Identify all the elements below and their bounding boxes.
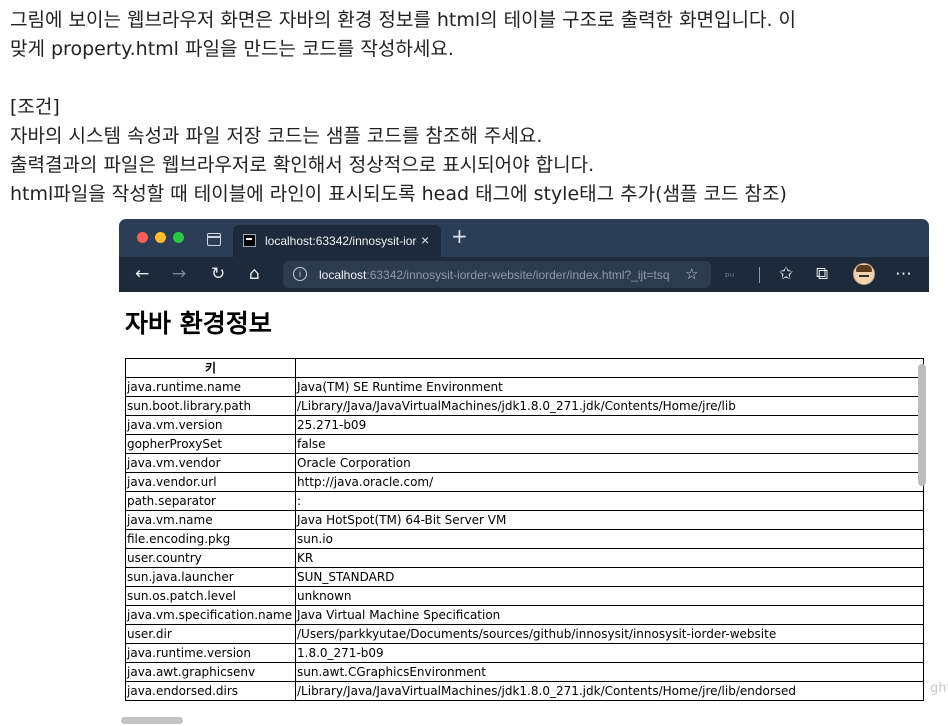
cropped-text: ght xyxy=(930,681,948,696)
property-key-cell: sun.boot.library.path xyxy=(125,396,296,416)
property-value-cell: false xyxy=(295,434,924,454)
property-key-cell: java.vendor.url xyxy=(125,472,296,492)
property-key-cell: user.country xyxy=(125,548,296,568)
table-row: java.vm.specification.name Java Virtual M… xyxy=(125,605,924,625)
property-value-cell: sun.awt.CGraphicsEnvironment xyxy=(295,662,924,682)
property-value-cell: /Library/Java/JavaVirtualMachines/jdk1.8… xyxy=(295,396,924,416)
table-row: user.dir/Users/parkkyutae/Documents/sour… xyxy=(125,624,924,644)
property-key-cell: file.encoding.pkg xyxy=(125,529,296,549)
table-row: java.awt.graphicsenv sun.awt.CGraphicsEnv… xyxy=(125,662,924,682)
table-row: path.separator: xyxy=(125,491,924,511)
instruction-text: 그림에 보이는 웹브라우저 화면은 자바의 환경 정보를 html의 테이블 구… xyxy=(10,6,948,209)
property-value-cell: : xyxy=(295,491,924,511)
table-body: java.runtime.name Java(TM) SE Runtime Env… xyxy=(125,377,924,701)
intellij-favicon-icon xyxy=(243,234,256,247)
property-value-cell: 25.271-b09 xyxy=(295,415,924,435)
close-window-button[interactable] xyxy=(137,232,148,243)
vertical-scrollbar[interactable] xyxy=(918,364,926,486)
add-favorite-icon[interactable]: ☆ xyxy=(685,265,698,283)
property-key-cell: sun.java.launcher xyxy=(125,567,296,587)
maximize-window-button[interactable] xyxy=(173,232,184,243)
url-path: :63342/innosysit-iorder-website/iorder/i… xyxy=(366,268,669,282)
table-row: sun.os.patch.level unknown xyxy=(125,586,924,606)
page-title: 자바 환경정보 xyxy=(125,309,272,338)
property-value-cell: Java Virtual Machine Specification xyxy=(295,605,924,625)
profile-avatar[interactable] xyxy=(853,263,875,285)
property-value-cell: /Library/Java/JavaVirtualMachines/jdk1.8… xyxy=(295,681,924,701)
table-row: sun.java.launcher SUN_STANDARD xyxy=(125,567,924,587)
extension-icon[interactable]: ᵖᵘ xyxy=(725,267,734,287)
site-info-icon[interactable]: i xyxy=(293,267,307,281)
tab-title: localhost:63342/innosysit-iord xyxy=(265,234,417,248)
page-content: 자바 환경정보 키 java.runtime.name Java(TM) SE R… xyxy=(119,292,929,726)
address-bar[interactable]: i localhost:63342/innosysit-iorder-websi… xyxy=(283,261,711,288)
property-key-cell: java.vm.specification.name xyxy=(125,605,296,625)
property-key-cell: sun.os.patch.level xyxy=(125,586,296,606)
property-value-cell: Oracle Corporation xyxy=(295,453,924,473)
property-value-cell: sun.io xyxy=(295,529,924,549)
property-key-cell: path.separator xyxy=(125,491,296,511)
collections-icon[interactable]: ⧉ xyxy=(816,264,828,284)
table-header-row: 키 xyxy=(125,358,924,378)
property-key-cell: java.vm.name xyxy=(125,510,296,530)
property-key-cell: java.endorsed.dirs xyxy=(125,681,296,701)
property-key-cell: gopherProxySet xyxy=(125,434,296,454)
url-text[interactable]: localhost:63342/innosysit-iorder-website… xyxy=(319,268,669,282)
table-row: file.encoding.pkg sun.io xyxy=(125,529,924,549)
browser-tab[interactable]: localhost:63342/innosysit-iord × xyxy=(233,225,441,257)
property-value-cell: 1.8.0_271-b09 xyxy=(295,643,924,663)
table-row: java.vendor.url http://java.oracle.com/ xyxy=(125,472,924,492)
url-host: localhost xyxy=(319,268,367,282)
instruction-line: [조건] xyxy=(10,96,60,118)
property-key-cell: user.dir xyxy=(125,624,296,644)
property-key-cell: java.vm.vendor xyxy=(125,453,296,473)
properties-table: 키 java.runtime.name Java(TM) SE Runtime E… xyxy=(125,358,924,701)
instruction-line: 그림에 보이는 웹브라우저 화면은 자바의 환경 정보를 html의 테이블 구… xyxy=(10,9,797,31)
table-row: java.endorsed.dirs/Library/Java/JavaVirt… xyxy=(125,681,924,701)
instruction-blank-line xyxy=(10,64,948,93)
table-row: user.country KR xyxy=(125,548,924,568)
property-value-cell: Java HotSpot(TM) 64-Bit Server VM xyxy=(295,510,924,530)
table-row: java.runtime.version 1.8.0_271-b09 xyxy=(125,643,924,663)
property-key-cell: java.vm.version xyxy=(125,415,296,435)
table-row: java.vm.vendor Oracle Corporation xyxy=(125,453,924,473)
property-value-cell: /Users/parkkyutae/Documents/sources/gith… xyxy=(295,624,924,644)
toolbar-divider xyxy=(759,267,760,283)
instruction-line: 자바의 시스템 속성과 파일 저장 코드는 샘플 코드를 참조해 주세요. xyxy=(10,125,543,147)
favorites-icon[interactable]: ✩ xyxy=(779,264,793,284)
browser-window: localhost:63342/innosysit-iord × + ← → ↻… xyxy=(119,219,929,726)
instruction-line: html파일을 작성할 때 테이블에 라인이 표시되도록 head 태그에 st… xyxy=(10,183,787,205)
column-header-key: 키 xyxy=(125,358,296,378)
close-tab-icon[interactable]: × xyxy=(421,232,429,248)
back-arrow-icon[interactable]: ← xyxy=(135,264,149,284)
property-key-cell: java.runtime.name xyxy=(125,377,296,397)
more-menu-icon[interactable]: ⋯ xyxy=(895,264,912,284)
table-row: sun.boot.library.path/Library/Java/JavaV… xyxy=(125,396,924,416)
instruction-line: 출력결과의 파일은 웹브라우저로 확인해서 정상적으로 표시되어야 합니다. xyxy=(10,154,595,176)
reload-icon[interactable]: ↻ xyxy=(211,264,225,284)
table-row: gopherProxySet false xyxy=(125,434,924,454)
navigation-toolbar: ← → ↻ ⌂ i localhost:63342/innosysit-iord… xyxy=(119,257,929,292)
table-row: java.vm.name Java HotSpot(TM) 64-Bit Serv… xyxy=(125,510,924,530)
property-value-cell: SUN_STANDARD xyxy=(295,567,924,587)
property-value-cell: KR xyxy=(295,548,924,568)
instruction-line: 맞게 property.html 파일을 만드는 코드를 작성하세요. xyxy=(10,38,454,60)
home-icon[interactable]: ⌂ xyxy=(249,264,260,284)
tab-actions-icon[interactable] xyxy=(207,233,221,246)
minimize-window-button[interactable] xyxy=(155,232,166,243)
property-value-cell: Java(TM) SE Runtime Environment xyxy=(295,377,924,397)
table-row: java.vm.version 25.271-b09 xyxy=(125,415,924,435)
horizontal-scrollbar[interactable] xyxy=(121,717,183,724)
column-header-value xyxy=(295,358,924,378)
table-row: java.runtime.name Java(TM) SE Runtime Env… xyxy=(125,377,924,397)
tab-bar: localhost:63342/innosysit-iord × + xyxy=(119,219,929,257)
property-key-cell: java.runtime.version xyxy=(125,643,296,663)
property-value-cell: unknown xyxy=(295,586,924,606)
property-value-cell: http://java.oracle.com/ xyxy=(295,472,924,492)
new-tab-button[interactable]: + xyxy=(451,226,468,246)
forward-arrow-icon[interactable]: → xyxy=(172,264,186,284)
property-key-cell: java.awt.graphicsenv xyxy=(125,662,296,682)
